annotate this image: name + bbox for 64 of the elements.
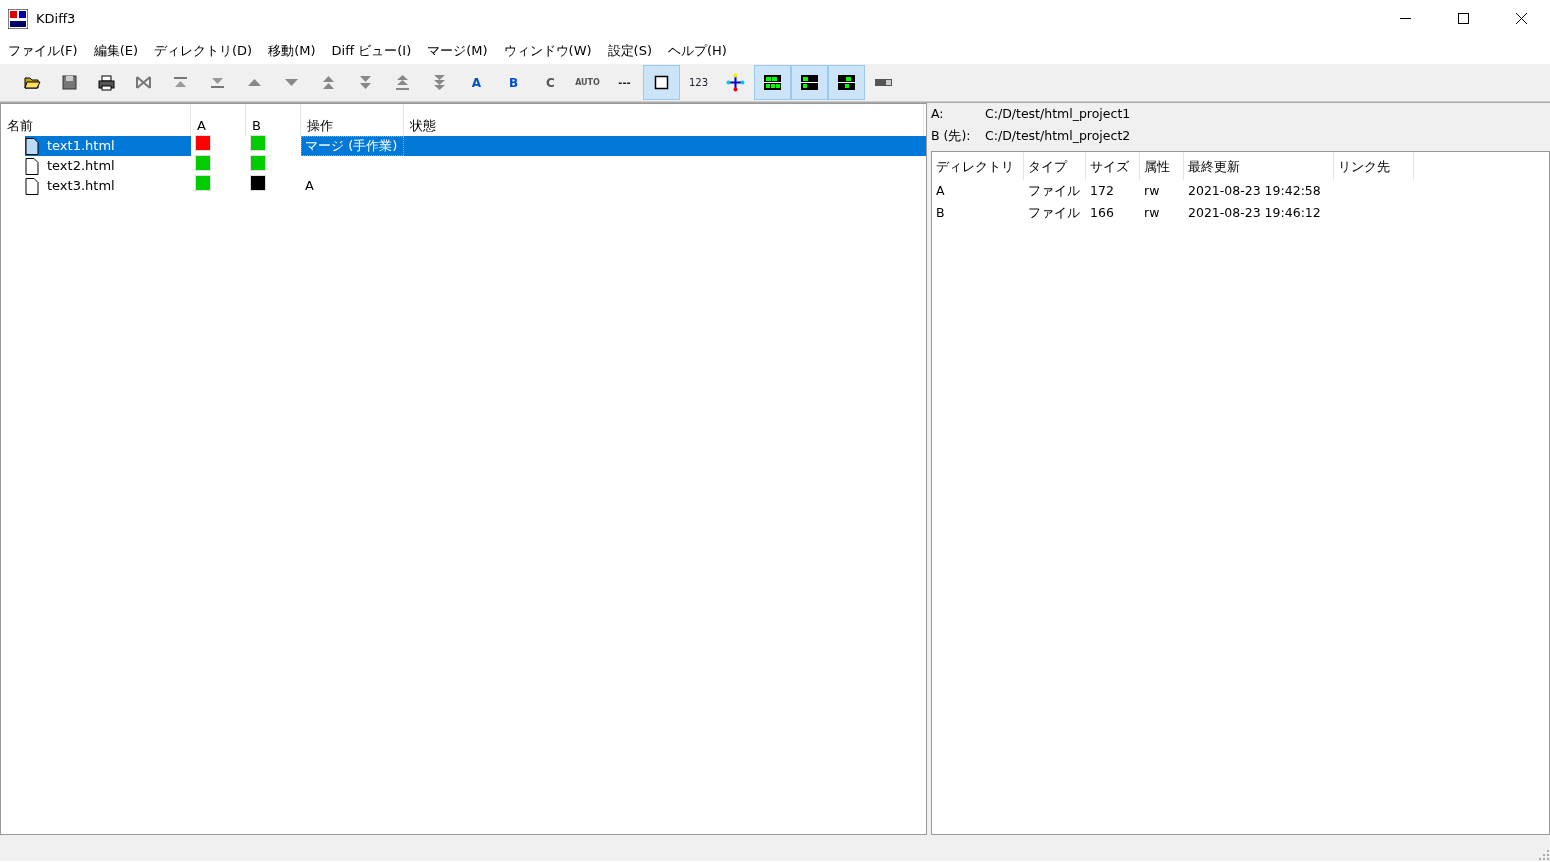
file-icon <box>25 177 39 195</box>
menu-item[interactable]: ファイル(F) <box>0 40 86 61</box>
menu-item[interactable]: Diff ビュー(I) <box>323 40 420 61</box>
four-arrows-icon <box>726 73 745 92</box>
table-cell-text: 166 <box>1089 204 1115 222</box>
operation-text: A <box>305 178 314 193</box>
square-icon <box>652 73 671 92</box>
file-row[interactable]: text3.html <box>25 176 191 196</box>
column-header[interactable]: タイプ <box>1024 152 1086 180</box>
column-header[interactable]: 属性 <box>1140 152 1184 180</box>
table-cell-text: 2021-08-23 19:42:58 <box>1187 182 1322 200</box>
file-icon <box>25 157 39 175</box>
table-cell-text: rw <box>1143 182 1161 200</box>
window-title: KDiff3 <box>36 9 76 28</box>
app-logo-icon <box>8 8 28 29</box>
file-name: text3.html <box>47 177 115 196</box>
toolbar-button[interactable] <box>791 65 828 100</box>
path-text: C:/D/test/html_project1 <box>985 104 1131 123</box>
operation-text: マージ (手作業) <box>305 138 398 153</box>
file-row[interactable]: text2.html <box>25 156 191 176</box>
toolbar-button[interactable] <box>828 65 865 100</box>
column-header[interactable]: リンク先 <box>1334 152 1414 180</box>
file-name: text1.html <box>47 137 115 156</box>
menu-item[interactable]: ヘルプ(H) <box>660 40 735 61</box>
table-cell-text: rw <box>1143 204 1161 222</box>
menu-item[interactable]: ウィンドウ(W) <box>495 40 600 61</box>
block-layout-icon <box>763 73 782 92</box>
maximize-icon <box>1457 13 1469 24</box>
block-layout-icon <box>837 73 856 92</box>
toolbar-button[interactable]: AUTO <box>569 65 606 100</box>
menu-item[interactable]: 移動(M) <box>260 40 324 61</box>
path-label: B (先): <box>931 126 972 145</box>
path-label: A: <box>931 104 945 123</box>
toolbar-button[interactable]: 123 <box>680 65 717 100</box>
menu-item[interactable]: ディレクトリ(D) <box>146 40 261 61</box>
toolbar-button[interactable]: --- <box>606 65 643 100</box>
toolbar-button[interactable]: B <box>495 65 532 100</box>
bowtie-icon <box>134 73 153 92</box>
file-icon <box>25 137 39 155</box>
toolbar-button[interactable]: C <box>532 65 569 100</box>
table-cell-text: 172 <box>1089 182 1115 200</box>
menu-item[interactable]: 設定(S) <box>599 40 660 61</box>
resize-grip-icon[interactable] <box>1538 849 1550 861</box>
block-layout-icon <box>800 73 819 92</box>
printer-icon <box>97 73 116 92</box>
table-cell-text: ファイル <box>1027 182 1081 200</box>
table-cell-text: 2021-08-23 19:46:12 <box>1187 204 1322 222</box>
table-cell-text: A <box>935 182 946 200</box>
toolbar-button[interactable]: A <box>458 65 495 100</box>
toolbar-button[interactable] <box>643 65 680 100</box>
menu-item[interactable]: マージ(M) <box>419 40 496 61</box>
menu-item[interactable]: 編集(E) <box>85 40 146 61</box>
table-cell-text: B <box>935 204 946 222</box>
minimize-icon <box>1399 18 1411 19</box>
column-header[interactable]: 最終更新 <box>1184 152 1334 180</box>
close-icon <box>1515 13 1527 24</box>
column-header[interactable]: サイズ <box>1086 152 1140 180</box>
file-name: text2.html <box>47 157 115 176</box>
toolbar-button[interactable] <box>754 65 791 100</box>
table-cell-text: ファイル <box>1027 204 1081 222</box>
path-text: C:/D/test/html_project2 <box>985 126 1131 145</box>
triple-up-arrow-icon <box>393 73 412 92</box>
file-row[interactable]: text1.html <box>25 136 191 156</box>
column-header[interactable]: ディレクトリ <box>932 152 1024 180</box>
